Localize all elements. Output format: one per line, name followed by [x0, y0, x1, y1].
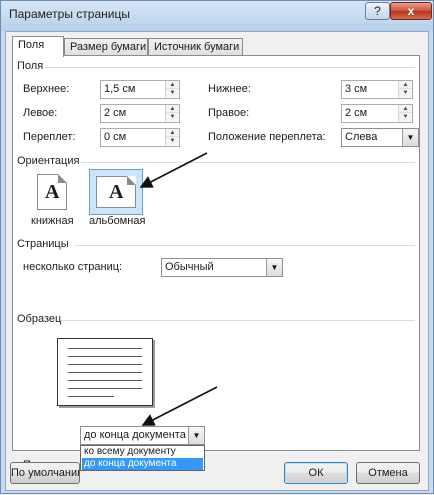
cancel-button[interactable]: Отмена [356, 462, 420, 484]
spin-up-icon[interactable]: ▲ [166, 129, 179, 137]
bottom-margin-spinner[interactable]: 3 см ▲ ▼ [341, 80, 413, 99]
multiple-pages-select[interactable]: Обычный ▼ [161, 258, 283, 277]
spin-down-icon[interactable]: ▼ [166, 113, 179, 121]
gutter-spinner[interactable]: 0 см ▲ ▼ [100, 128, 180, 147]
spin-up-icon[interactable]: ▲ [399, 81, 412, 89]
spin-up-icon[interactable]: ▲ [166, 105, 179, 113]
section-divider [45, 67, 415, 68]
close-button[interactable]: x [390, 2, 432, 20]
preview-section-title: Образец [17, 313, 62, 325]
left-margin-label: Левое: [23, 107, 58, 119]
top-margin-value: 1,5 см [104, 83, 136, 95]
preview-line [68, 364, 142, 365]
bottom-margin-label: Нижнее: [208, 83, 251, 95]
preview-line [68, 380, 142, 381]
spin-down-icon[interactable]: ▼ [399, 113, 412, 121]
chevron-down-icon[interactable]: ▼ [266, 259, 282, 276]
spin-down-icon[interactable]: ▼ [166, 89, 179, 97]
top-margin-label: Верхнее: [23, 83, 70, 95]
orientation-section-title: Ориентация [17, 155, 80, 167]
top-margin-spinner[interactable]: 1,5 см ▲ ▼ [100, 80, 180, 99]
preview-line [68, 388, 142, 389]
gutter-label: Переплет: [23, 131, 76, 143]
section-divider [81, 162, 415, 163]
apply-to-dropdown: ко всему документу до конца документа [80, 445, 205, 471]
section-divider [75, 245, 415, 246]
multiple-pages-value: Обычный [165, 261, 214, 273]
portrait-label: книжная [31, 215, 74, 227]
portrait-page-icon[interactable]: A [37, 174, 67, 210]
preview-line [68, 356, 142, 357]
left-margin-value: 2 см [104, 107, 127, 119]
tab-paper-size[interactable]: Размер бумаги [64, 38, 148, 56]
letter-a-glyph: A [109, 181, 124, 203]
set-as-default-button[interactable]: По умолчанию... [10, 462, 80, 484]
tab-page-margins: Поля Верхнее: 1,5 см ▲ ▼ Нижнее: 3 см ▲ ▼ … [12, 55, 420, 471]
page-setup-dialog: Параметры страницы ? x Поля Размер бумаг… [0, 0, 434, 494]
page-preview [57, 338, 153, 406]
letter-a-glyph: A [45, 181, 60, 203]
preview-line [68, 348, 142, 349]
section-divider [61, 320, 415, 321]
tab-paper-source[interactable]: Источник бумаги [148, 38, 243, 56]
tab-margins[interactable]: Поля [12, 36, 64, 57]
gutter-position-label: Положение переплета: [208, 131, 326, 143]
preview-line [68, 372, 142, 373]
pages-section-title: Страницы [17, 238, 69, 250]
apply-to-value: до конца документа [84, 429, 186, 441]
multiple-pages-label: несколько страниц: [23, 261, 123, 273]
gutter-value: 0 см [104, 131, 127, 143]
gutter-position-select[interactable]: Слева ▼ [341, 128, 419, 147]
ok-button[interactable]: ОК [284, 462, 348, 484]
right-margin-spinner[interactable]: 2 см ▲ ▼ [341, 104, 413, 123]
help-button[interactable]: ? [365, 2, 390, 20]
bottom-margin-value: 3 см [345, 83, 368, 95]
landscape-option[interactable]: A [89, 169, 143, 215]
title-bar[interactable]: Параметры страницы ? x [1, 1, 433, 31]
chevron-down-icon[interactable]: ▼ [402, 129, 418, 146]
margins-section-title: Поля [17, 60, 44, 72]
left-margin-spinner[interactable]: 2 см ▲ ▼ [100, 104, 180, 123]
landscape-page-icon[interactable]: A [96, 176, 136, 208]
apply-option-whole-document[interactable]: ко всему документу [82, 446, 203, 458]
spin-up-icon[interactable]: ▲ [399, 105, 412, 113]
gutter-position-value: Слева [345, 131, 378, 143]
landscape-label: альбомная [89, 215, 146, 227]
apply-to-select[interactable]: до конца документа ▼ [80, 426, 205, 445]
right-margin-label: Правое: [208, 107, 250, 119]
page-fold-icon [127, 176, 136, 185]
spin-down-icon[interactable]: ▼ [166, 137, 179, 145]
right-margin-value: 2 см [345, 107, 368, 119]
chevron-down-icon[interactable]: ▼ [188, 427, 204, 444]
spin-down-icon[interactable]: ▼ [399, 89, 412, 97]
apply-option-to-end[interactable]: до конца документа [82, 458, 203, 470]
dialog-body: Поля Размер бумаги Источник бумаги Поля … [5, 31, 429, 491]
preview-line [68, 396, 114, 397]
spin-up-icon[interactable]: ▲ [166, 81, 179, 89]
window-title: Параметры страницы [9, 7, 130, 21]
